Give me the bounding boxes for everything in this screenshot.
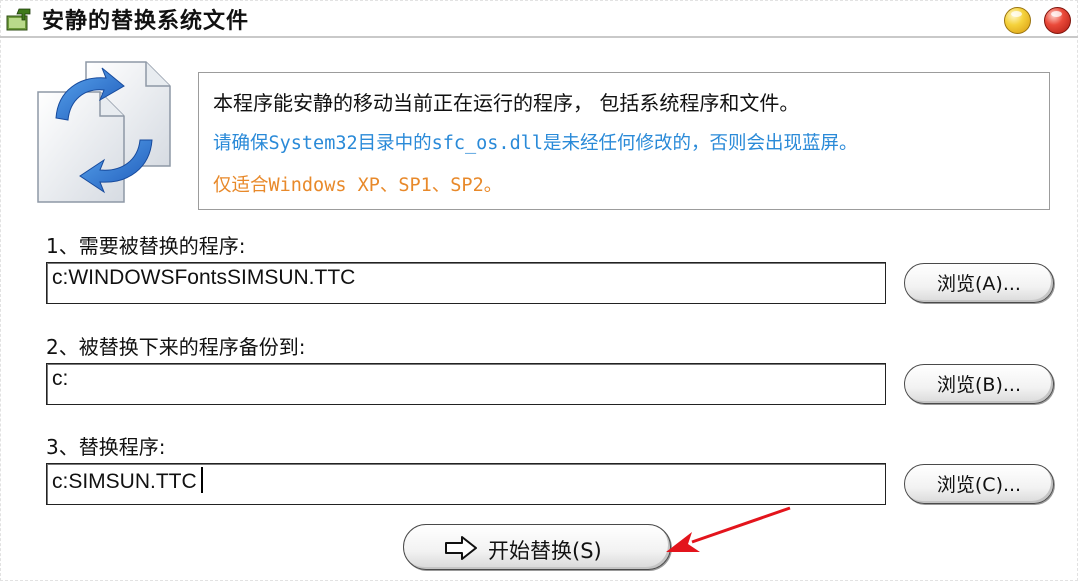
info-warning: 请确保System32目录中的sfc_os.dll是未经任何修改的，否则会出现蓝… — [213, 133, 858, 154]
info-box: 本程序能安静的移动当前正在运行的程序， 包括系统程序和文件。 请确保System… — [198, 72, 1050, 210]
text-caret — [200, 467, 203, 493]
close-button[interactable] — [1044, 7, 1071, 34]
start-replace-label: 开始替换(S) — [488, 539, 602, 563]
replacement-program-value: c:SIMSUN.TTC — [52, 470, 197, 493]
info-compatibility: 仅适合Windows XP、SP1、SP2。 — [213, 175, 503, 196]
minimize-button[interactable] — [1004, 7, 1031, 34]
browse-a-button[interactable]: 浏览(A)... — [904, 263, 1054, 303]
browse-b-button[interactable]: 浏览(B)... — [904, 364, 1054, 404]
replacement-program-label: 3、替换程序: — [46, 435, 166, 459]
target-program-input[interactable]: c:WINDOWSFontsSIMSUN.TTC — [46, 262, 886, 304]
info-description: 本程序能安静的移动当前正在运行的程序， 包括系统程序和文件。 — [213, 91, 800, 115]
start-replace-button[interactable]: 开始替换(S) — [403, 524, 671, 570]
backup-path-input[interactable]: c: — [46, 363, 886, 405]
right-arrow-icon — [445, 536, 477, 560]
backup-path-label: 2、被替换下来的程序备份到: — [46, 335, 306, 359]
title-bar: 安静的替换系统文件 — [0, 0, 1078, 38]
replacement-program-input[interactable]: c:SIMSUN.TTC — [46, 463, 886, 505]
install-icon — [6, 8, 31, 31]
window-title: 安静的替换系统文件 — [42, 9, 250, 34]
file-replace-icon — [37, 61, 171, 203]
red-pointer-arrow-icon — [666, 506, 791, 552]
target-program-label: 1、需要被替换的程序: — [46, 234, 246, 258]
browse-c-button[interactable]: 浏览(C)... — [904, 464, 1054, 504]
